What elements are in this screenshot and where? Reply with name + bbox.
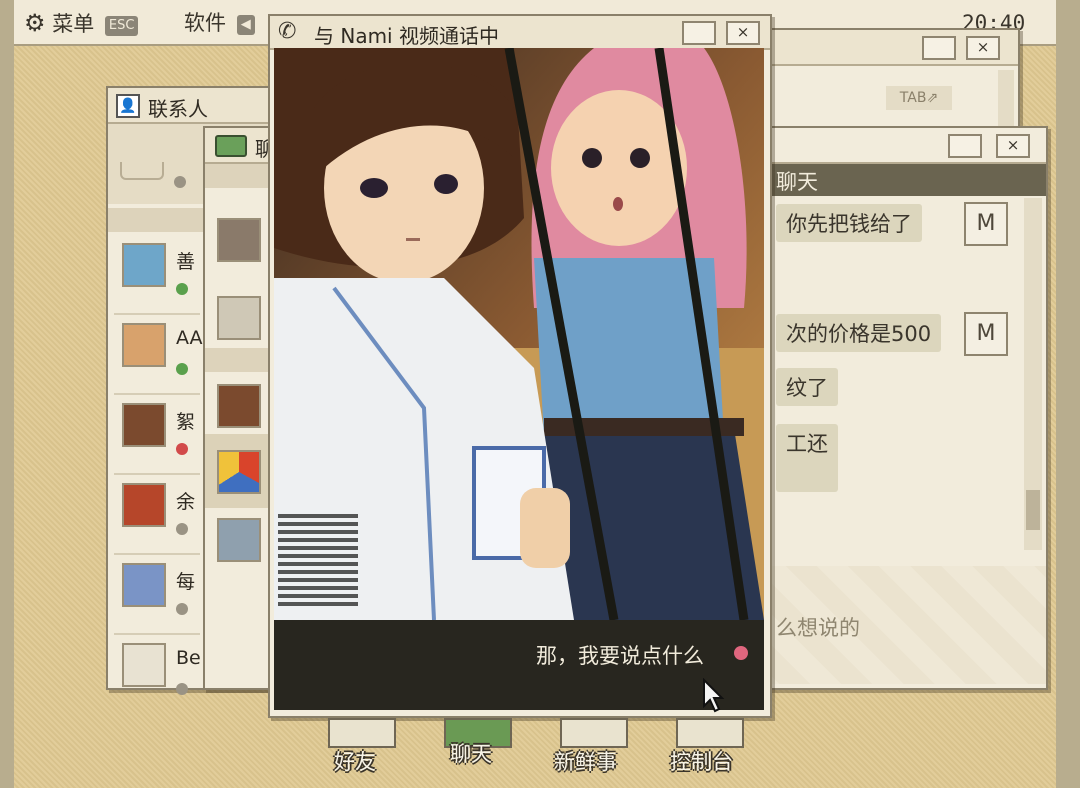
tab-shortcut-badge[interactable]: TAB⇗ xyxy=(886,86,952,110)
maximize-button[interactable] xyxy=(682,21,716,45)
maximize-button[interactable] xyxy=(948,134,982,158)
pie-avatar-icon xyxy=(217,450,261,494)
dock-chat-label[interactable]: 聊天 xyxy=(450,738,492,768)
user-icon: 👤 xyxy=(116,94,140,118)
message-bubble: 你先把钱给了 xyxy=(776,204,922,242)
status-dot xyxy=(176,363,188,375)
contact-item[interactable]: 每 xyxy=(114,553,200,635)
video-feed xyxy=(274,48,764,620)
avatar xyxy=(120,162,164,180)
video-scene-illustration xyxy=(274,48,764,620)
figure-avatar-icon xyxy=(122,483,166,527)
dock-news-icon[interactable] xyxy=(560,718,628,748)
message-bubble: 次的价格是500 xyxy=(776,314,942,352)
status-dot xyxy=(176,603,188,615)
suit-avatar-icon[interactable] xyxy=(217,296,261,340)
contact-item[interactable]: 善 xyxy=(114,233,200,315)
status-dot xyxy=(176,443,188,455)
flower-avatar-icon xyxy=(122,563,166,607)
chat-title: 聊天 xyxy=(776,170,818,194)
chat-header: 聊天 xyxy=(748,164,1046,196)
arrow-left-icon: ◀ xyxy=(236,15,255,35)
person-avatar-icon xyxy=(122,403,166,447)
message-bubble: 纹了 xyxy=(776,368,838,406)
close-button[interactable]: × xyxy=(966,36,1000,60)
menu-button[interactable]: ⚙ 菜单 ESC xyxy=(24,9,139,37)
status-dot xyxy=(176,683,188,695)
dock-friends-icon[interactable] xyxy=(328,718,396,748)
contact-name: 絮 xyxy=(176,411,196,433)
scrollbar-thumb[interactable] xyxy=(1026,490,1040,530)
person-avatar-icon[interactable] xyxy=(217,384,261,428)
message-bubble: 工还 xyxy=(776,424,838,492)
dock-console-icon[interactable] xyxy=(676,718,744,748)
contact-name: 善 xyxy=(176,251,196,273)
record-indicator-icon xyxy=(734,646,748,660)
pixel-man-avatar-icon xyxy=(122,643,166,687)
message-input[interactable]: 么想说的 xyxy=(748,566,1046,684)
contact-item[interactable]: 絮 xyxy=(114,393,200,475)
cat-avatar-icon[interactable] xyxy=(217,218,261,262)
external-link-icon: ⇗ xyxy=(926,90,939,106)
software-label: 软件 xyxy=(184,11,226,35)
close-button[interactable]: × xyxy=(726,21,760,45)
close-button[interactable]: × xyxy=(996,134,1030,158)
contact-item[interactable]: Be xyxy=(114,633,201,713)
mouse-cursor-icon xyxy=(703,678,725,713)
contacts-title: 联系人 xyxy=(148,97,208,121)
contact-name: Be xyxy=(176,647,201,669)
dock-friends-label[interactable]: 好友 xyxy=(334,746,376,776)
software-button[interactable]: 软件 ◀ xyxy=(184,10,255,36)
contact-name: 每 xyxy=(176,571,196,593)
video-call-title: 与 Nami 视频通话中 xyxy=(314,24,499,48)
chat-window[interactable]: × 聊天 你先把钱给了 M 次的价格是500 M 纹了 工还 么想说的 xyxy=(746,126,1048,690)
bird-avatar-icon xyxy=(122,243,166,287)
input-placeholder: 么想说的 xyxy=(776,616,860,640)
esc-key-badge: ESC xyxy=(104,16,139,36)
gear-icon: ⚙ xyxy=(24,9,46,37)
menu-label: 菜单 xyxy=(52,12,95,36)
status-dot xyxy=(174,176,186,188)
maximize-button[interactable] xyxy=(922,36,956,60)
dialogue-text: 那，我要说点什么 xyxy=(536,644,704,668)
dock-news-label[interactable]: 新鲜事 xyxy=(554,746,617,776)
status-dot xyxy=(176,283,188,295)
dialogue-bar[interactable]: 那，我要说点什么 xyxy=(274,620,764,713)
tab-label: TAB xyxy=(899,90,927,106)
phone-icon: ✆ xyxy=(278,19,297,44)
dock-console-label[interactable]: 控制台 xyxy=(670,746,733,776)
contact-item[interactable]: AA xyxy=(114,313,203,395)
contact-name: 余 xyxy=(176,491,196,513)
avatar-m-icon[interactable]: M xyxy=(964,202,1008,246)
abstract-avatar-icon xyxy=(122,323,166,367)
contact-name: AA xyxy=(176,327,203,349)
chat-bubble-icon xyxy=(215,135,247,157)
status-dot xyxy=(176,523,188,535)
avatar-m-icon[interactable]: M xyxy=(964,312,1008,356)
silhouette-avatar-icon[interactable] xyxy=(217,518,261,562)
contact-item[interactable]: 余 xyxy=(114,473,200,555)
chat-scrollbar[interactable] xyxy=(1024,198,1042,550)
